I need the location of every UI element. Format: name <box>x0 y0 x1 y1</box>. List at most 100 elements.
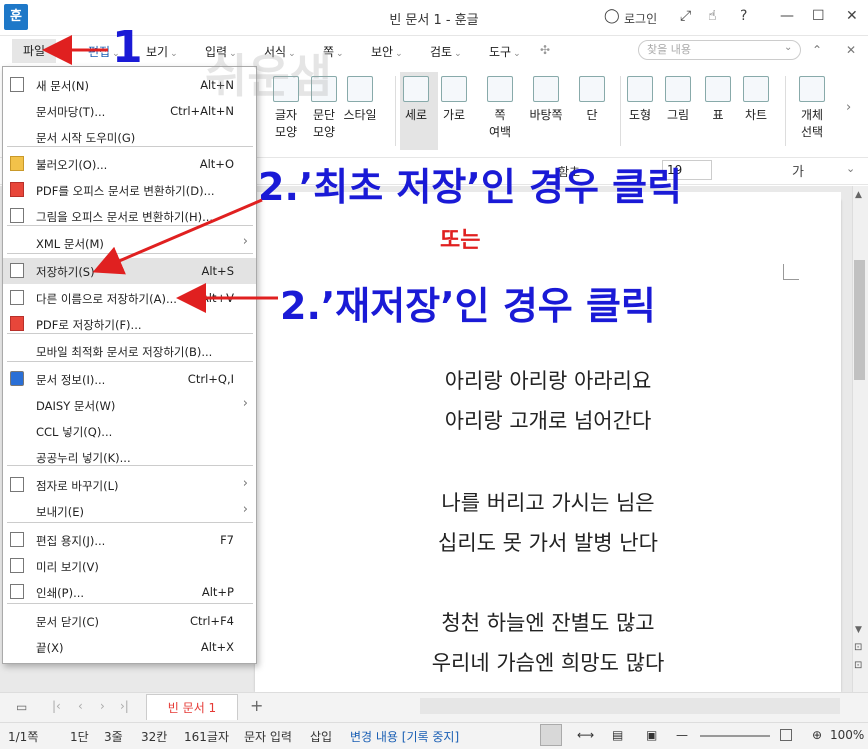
tool-chart[interactable]: 차트 <box>734 76 778 123</box>
menu-tools[interactable]: 도구 ⌄ <box>489 43 521 60</box>
zoom-out-icon[interactable]: — <box>676 728 688 742</box>
menu-security[interactable]: 보안 ⌄ <box>371 43 403 60</box>
zoom-level[interactable]: 100% <box>830 728 864 742</box>
file-menu-item[interactable]: DAISY 문서(W) › <box>3 392 256 418</box>
file-menu-label: PDF로 저장하기(F)... <box>36 318 142 332</box>
file-menu-item[interactable]: 점자로 바꾸기(L) › <box>3 472 256 498</box>
submenu-arrow-icon: › <box>242 234 248 249</box>
margin-icon <box>487 76 513 102</box>
toolbar-next-icon[interactable]: › <box>846 100 851 115</box>
tool-margin[interactable]: 쪽 여백 <box>478 76 522 140</box>
file-menu-item[interactable]: 끝(X) Alt+X <box>3 634 256 660</box>
search-input[interactable]: 찾을 내용 <box>638 40 801 60</box>
fullscreen-icon[interactable]: ⤢ <box>680 8 691 24</box>
scroll-up-icon[interactable]: ▲ <box>855 190 862 200</box>
file-menu-item[interactable]: 미리 보기(V) <box>3 553 256 579</box>
zoom-fit-icon[interactable] <box>780 729 792 741</box>
menu-review[interactable]: 검토 ⌄ <box>430 43 462 60</box>
status-mode[interactable]: 문자 입력 <box>244 728 292 745</box>
file-menu-item[interactable]: 문서 닫기(C) Ctrl+F4 <box>3 608 256 634</box>
menu-separator <box>7 225 253 226</box>
pdf-icon <box>10 182 24 197</box>
minimize-icon[interactable]: — <box>780 8 794 24</box>
file-menu-item[interactable]: 문서 정보(I)... Ctrl+Q,I <box>3 366 256 392</box>
file-menu-item[interactable]: 불러오기(O)... Alt+O <box>3 151 256 177</box>
status-insert[interactable]: 삽입 <box>310 728 332 745</box>
view-width-icon[interactable]: ⟷ <box>577 728 594 742</box>
vertical-scroll-thumb[interactable] <box>854 260 865 380</box>
file-menu-shortcut: Ctrl+F4 <box>189 614 234 628</box>
add-tab-button[interactable]: + <box>250 696 263 715</box>
menu-view[interactable]: 보기 ⌄ <box>146 43 178 60</box>
prev-page-icon[interactable]: ⊡ <box>854 642 862 653</box>
file-menu-item[interactable]: CCL 넣기(Q)... <box>3 418 256 444</box>
collapse-ribbon-icon[interactable]: ⌃ <box>812 43 822 57</box>
toolbar-separator <box>395 76 396 146</box>
login-button[interactable]: 로그인 <box>624 10 657 27</box>
char-sample[interactable]: 가 <box>792 161 804 180</box>
status-track-changes[interactable]: 변경 내용 [기록 중지] <box>350 728 459 745</box>
file-menu-shortcut: Alt+S <box>201 264 234 278</box>
tab-next-icon[interactable]: › <box>100 699 105 713</box>
doc-line: 우리네 가슴엔 희망도 많다 <box>431 651 665 675</box>
menu-separator <box>7 361 253 362</box>
help-button[interactable]: ? <box>740 8 747 24</box>
next-page-icon[interactable]: ⊡ <box>854 660 862 671</box>
file-menu-item[interactable]: 편집 용지(J)... F7 <box>3 527 256 553</box>
view-multi-icon[interactable]: ▤ <box>612 728 623 742</box>
maximize-icon[interactable]: ☐ <box>812 8 825 24</box>
document-page[interactable]: 아리랑 아리랑 아라리요 아리랑 고개로 넘어간다 나를 버리고 가시는 님은 … <box>255 200 841 692</box>
file-menu-label: 인쇄(P)... <box>36 586 85 600</box>
file-menu-item[interactable]: 다른 이름으로 저장하기(A)... Alt+V <box>3 285 256 311</box>
tab-prev-icon[interactable]: ‹ <box>78 699 83 713</box>
file-menu-label: 문서 정보(I)... <box>36 373 106 387</box>
braille-icon <box>10 477 24 492</box>
tool-label: 단 <box>586 108 598 122</box>
file-menu-label: 다른 이름으로 저장하기(A)... <box>36 292 177 306</box>
touch-mode-icon[interactable]: ☝ <box>708 8 717 24</box>
file-menu-label: 보내기(E) <box>36 505 84 519</box>
close-doc-icon[interactable]: ✕ <box>846 43 856 57</box>
close-icon[interactable]: ✕ <box>846 8 858 24</box>
status-chars: 161글자 <box>184 730 229 744</box>
menu-file[interactable]: 파일 <box>12 39 56 63</box>
view-single-icon[interactable]: ▣ <box>646 728 657 742</box>
tool-label: 바탕쪽 <box>529 108 563 122</box>
puzzle-icon[interactable]: ✣ <box>540 43 550 57</box>
search-dropdown-icon[interactable]: ⌄ <box>784 42 792 53</box>
save-icon <box>10 263 24 278</box>
file-menu-item[interactable]: PDF를 오피스 문서로 변환하기(D)... <box>3 177 256 203</box>
formatbar-more-icon[interactable]: ⌄ <box>846 162 855 175</box>
file-menu-item[interactable]: 저장하기(S) Alt+S <box>3 258 256 284</box>
zoom-in-icon[interactable]: ⊕ <box>812 728 822 742</box>
zoom-slider[interactable] <box>700 735 770 737</box>
menu-separator <box>7 465 253 466</box>
file-menu-item[interactable]: 인쇄(P)... Alt+P <box>3 579 256 605</box>
print-icon <box>10 584 24 599</box>
annotation-step2-first: 2.’최초 저장’인 경우 클릭 <box>258 165 683 209</box>
toolbar-separator <box>620 76 621 146</box>
tool-columns[interactable]: 단 <box>570 76 614 123</box>
file-menu-label: 문서 시작 도우미(G) <box>36 131 136 145</box>
tab-document[interactable]: 빈 문서 1 <box>146 694 238 720</box>
file-menu-item[interactable]: 공공누리 넣기(K)... <box>3 444 256 470</box>
file-menu-shortcut: Ctrl+Q,I <box>187 372 234 386</box>
tab-last-icon[interactable]: ›| <box>120 699 129 713</box>
tool-label: 그림 <box>666 108 690 122</box>
tab-panel-icon[interactable]: ▭ <box>16 700 27 714</box>
tab-first-icon[interactable]: |‹ <box>52 699 61 713</box>
status-page[interactable]: 1/1쪽 <box>8 728 38 745</box>
watermark: 쉬운샘 <box>205 49 332 103</box>
submenu-arrow-icon: › <box>242 502 248 517</box>
horizontal-scrollbar[interactable] <box>420 698 840 714</box>
scroll-down-icon[interactable]: ▼ <box>855 625 862 635</box>
tool-select-object[interactable]: 개체 선택 <box>790 76 834 140</box>
doc-line: 나를 버리고 가시는 님은 <box>441 491 655 515</box>
tool-style[interactable]: 스타일 <box>338 76 382 123</box>
file-menu-item[interactable]: 보내기(E) › <box>3 498 256 524</box>
tool-master-page[interactable]: 바탕쪽 <box>524 76 568 123</box>
tool-landscape[interactable]: 가로 <box>432 76 476 123</box>
master-page-icon <box>533 76 559 102</box>
view-page-icon[interactable] <box>540 724 562 746</box>
tool-picture[interactable]: 그림 <box>656 76 700 123</box>
